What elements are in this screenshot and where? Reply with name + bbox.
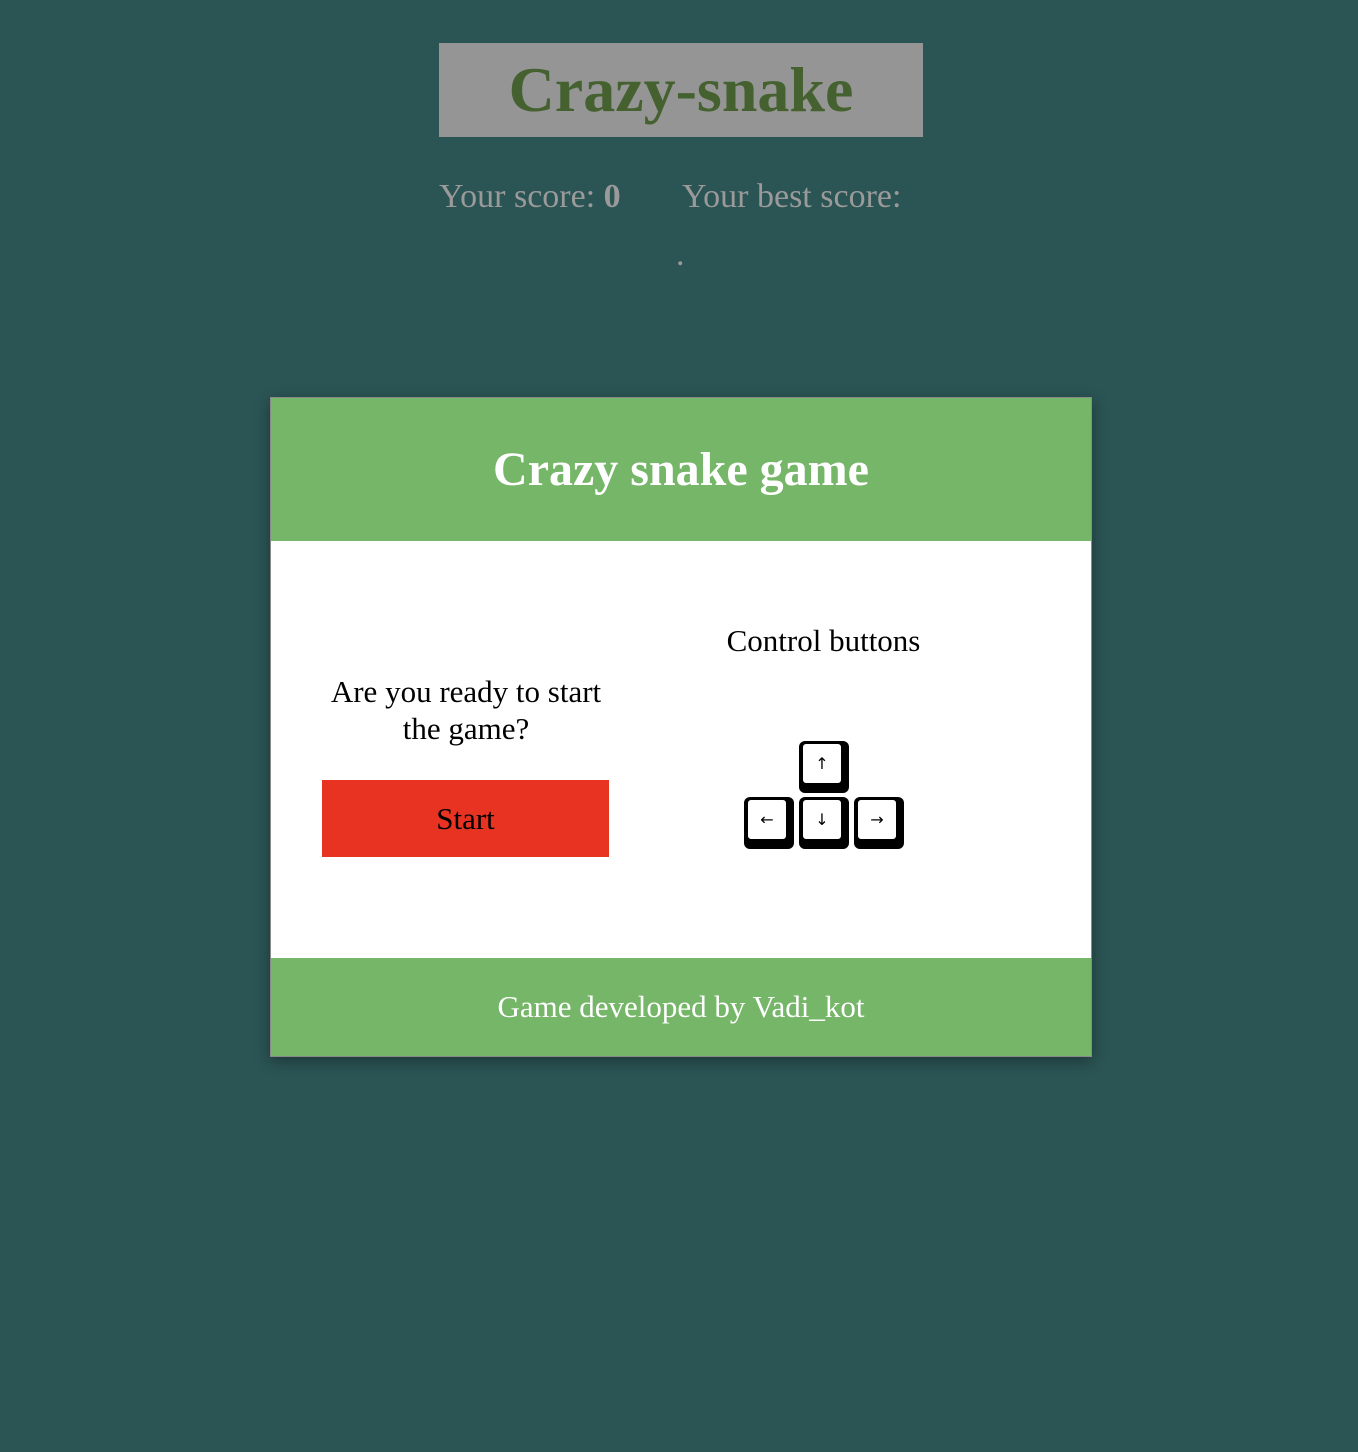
current-score: Your score: 0 bbox=[439, 178, 621, 216]
control-keys: ↑ ← ↓ → bbox=[744, 741, 906, 853]
current-score-value: 0 bbox=[603, 178, 621, 215]
start-button[interactable]: Start bbox=[322, 780, 609, 857]
controls-title: Control buttons bbox=[726, 623, 921, 658]
site-title-box: Crazy-snake bbox=[439, 43, 923, 137]
ready-prompt: Are you ready to start the game? bbox=[330, 674, 602, 746]
arrow-right-key: → bbox=[854, 797, 904, 849]
arrow-left-key: ← bbox=[744, 797, 794, 849]
arrow-up-icon: ↑ bbox=[802, 743, 842, 784]
card-body: Are you ready to start the game? Start C… bbox=[271, 541, 1091, 958]
game-card: Crazy snake game Are you ready to start … bbox=[270, 397, 1092, 1057]
score-panel: Your score: 0 Your best score: bbox=[439, 178, 923, 228]
card-header: Crazy snake game bbox=[271, 398, 1091, 541]
current-score-label: Your score: bbox=[439, 178, 596, 215]
arrow-down-key: ↓ bbox=[799, 797, 849, 849]
developer-credit: Game developed by Vadi_kot bbox=[497, 989, 865, 1024]
arrow-down-icon: ↓ bbox=[802, 799, 842, 840]
best-score-label: Your best score: bbox=[682, 178, 902, 215]
page: Crazy-snake Your score: 0 Your best scor… bbox=[0, 0, 1358, 1452]
card-footer: Game developed by Vadi_kot bbox=[271, 958, 1091, 1056]
best-score-value: . bbox=[676, 236, 685, 273]
arrow-left-icon: ← bbox=[747, 799, 787, 840]
arrow-up-key: ↑ bbox=[799, 741, 849, 793]
site-title: Crazy-snake bbox=[508, 54, 854, 125]
card-title: Crazy snake game bbox=[493, 443, 869, 496]
arrow-right-icon: → bbox=[857, 799, 897, 840]
